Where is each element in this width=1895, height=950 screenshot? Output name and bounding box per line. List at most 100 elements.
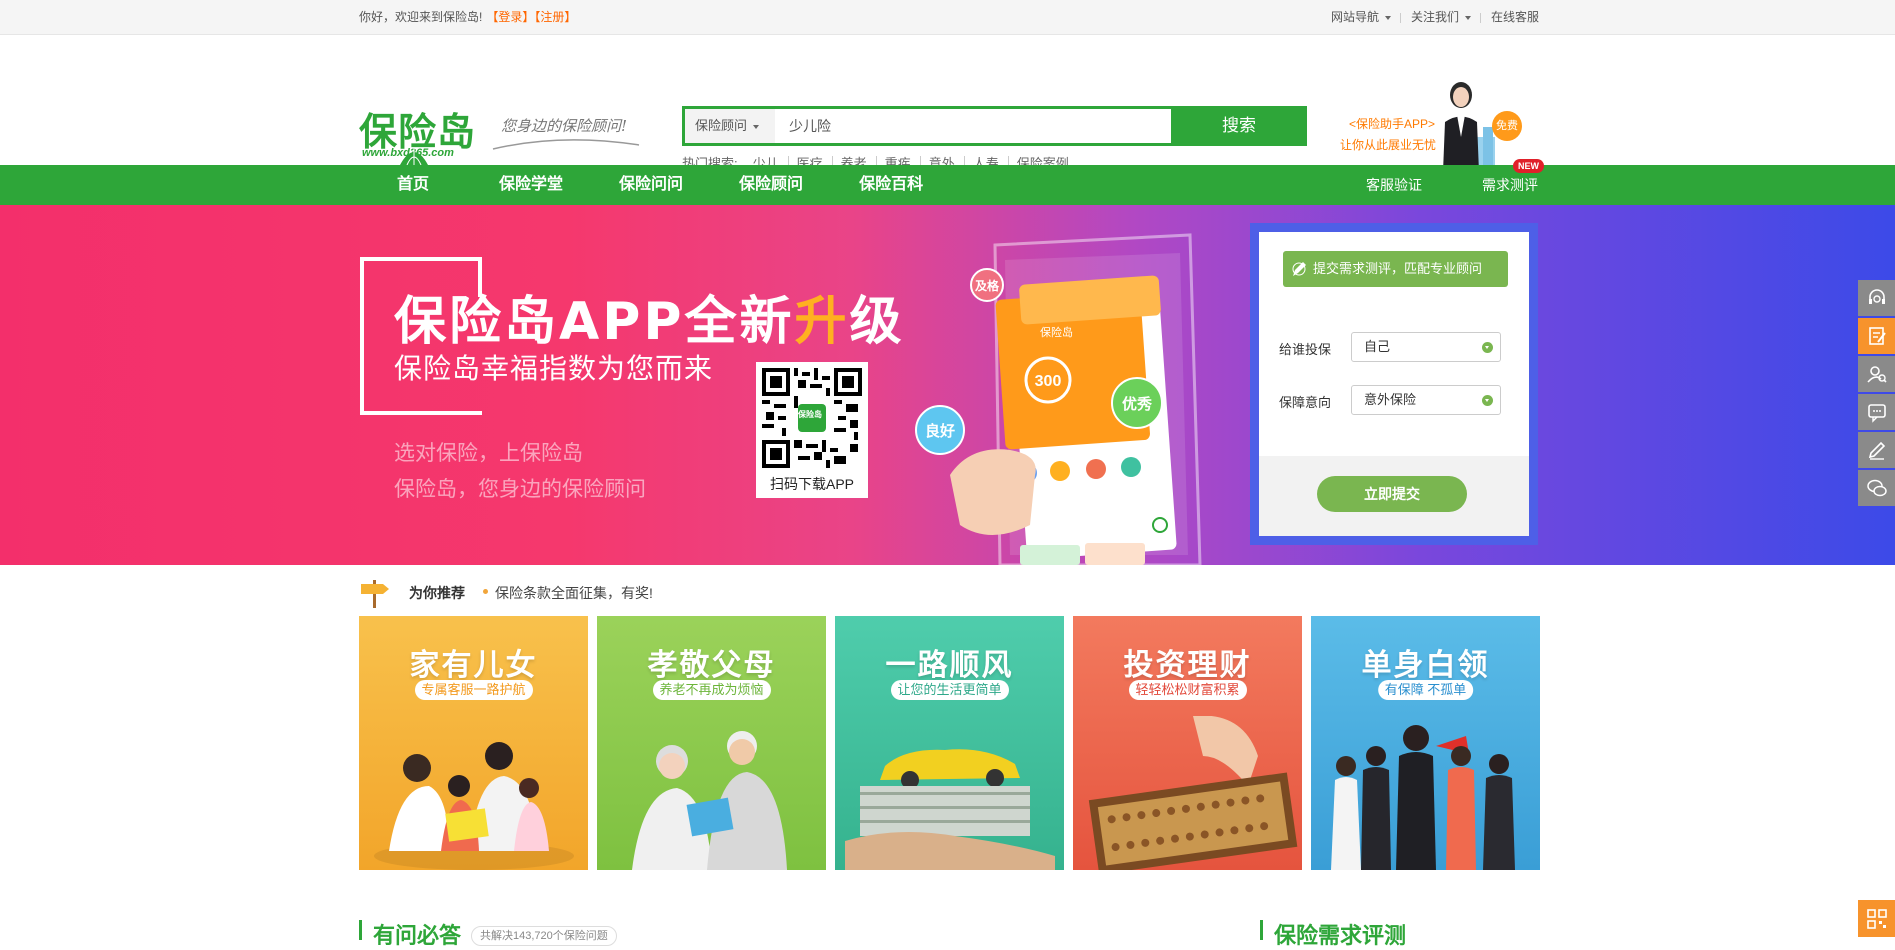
bubble-good: 良好 (925, 422, 955, 440)
user-search-icon (1866, 366, 1887, 383)
side-chat-button[interactable] (1858, 394, 1895, 430)
qr-caption: 扫码下载APP (769, 476, 854, 492)
recommend-text[interactable]: 保险条款全面征集，有奖! (495, 583, 653, 603)
card-invest[interactable]: 投资理财 轻轻松松财富积累 (1073, 616, 1302, 870)
nav-service-verify[interactable]: 客服验证 (1366, 165, 1422, 205)
hero-banner[interactable]: 保险岛APP全新升级 保险岛幸福指数为您而来 选对保险，上保险岛 保险岛，您身边… (0, 205, 1895, 565)
app-ad-line2: 让你从此展业无忧 (1340, 138, 1437, 152)
card-subtitle: 有保障 不孤单 (1377, 680, 1474, 700)
intent-value: 意外保险 (1364, 392, 1417, 407)
signpost-icon (361, 580, 389, 608)
bubble-pass: 及格 (975, 278, 1000, 293)
elderly-couple-illustration (632, 731, 787, 870)
card-parents[interactable]: 孝敬父母 养老不再成为烦恼 (597, 616, 826, 870)
nav-home[interactable]: 首页 (359, 165, 471, 205)
card-title: 单身白领 (1361, 649, 1490, 682)
card-subtitle: 轻轻松松财富积累 (1128, 680, 1247, 700)
nav-qa[interactable]: 保险问问 (591, 165, 711, 205)
card-title: 孝敬父母 (647, 649, 776, 682)
edit-note-icon (1868, 327, 1886, 345)
qa-count-pill: 共解决143,720个保险问题 (471, 926, 617, 946)
assessment-form: 提交需求测评，匹配专业顾问 给谁投保 自己 保障意向 意外保险 立即提交 (1250, 223, 1538, 545)
bullet-dot (483, 589, 488, 594)
swoosh-decoration (492, 139, 640, 150)
abacus-illustration (1088, 716, 1298, 870)
form-header-text: 提交需求测评，匹配专业顾问 (1313, 261, 1483, 276)
banner-title-b: 级 (849, 292, 905, 352)
follow-us-label: 关注我们 (1410, 10, 1459, 24)
chevron-down-icon (1482, 395, 1493, 406)
category-cards: 家有儿女 专属客服一路护航 孝敬父母 养老不再成为烦恼 一路顺风 让您的生活更简… (359, 616, 1540, 870)
pen-icon (1292, 262, 1306, 276)
online-service-link[interactable]: 在线客服 (1481, 0, 1539, 35)
office-workers-illustration (1331, 725, 1515, 870)
app-ad-banner[interactable]: <保险助手APP> 让你从此展业无忧 免费 (1340, 75, 1530, 172)
nav-wiki[interactable]: 保险百科 (831, 165, 951, 205)
new-badge: NEW (1513, 159, 1544, 173)
card-travel[interactable]: 一路顺风 让您的生活更简单 (835, 616, 1064, 870)
nav-school[interactable]: 保险学堂 (471, 165, 591, 205)
side-qr-button[interactable] (1858, 900, 1895, 937)
main-nav: 首页 保险学堂 保险问问 保险顾问 保险百科 客服验证 需求测评 NEW (0, 159, 1895, 205)
register-link[interactable]: 【注册】 (534, 10, 576, 24)
banner-title-a: 保险岛APP全新 (394, 292, 795, 352)
side-wechat-button[interactable] (1858, 470, 1895, 506)
welcome-label: 你好，欢迎来到保险岛! (359, 10, 483, 24)
family-illustration (374, 742, 574, 870)
bubble-excellent: 优秀 (1122, 395, 1153, 413)
needs-assessment-label: 需求测评 (1482, 177, 1538, 193)
nav-advisor[interactable]: 保险顾问 (711, 165, 831, 205)
nav-needs-assessment[interactable]: 需求测评 NEW (1452, 159, 1544, 205)
form-row-intent: 保障意向 意外保险 (1279, 385, 1501, 415)
card-white-collar[interactable]: 单身白领 有保障 不孤单 (1311, 616, 1540, 870)
banner-line1: 选对保险，上保险岛 (394, 442, 583, 465)
card-family[interactable]: 家有儿女 专属客服一路护航 (359, 616, 588, 870)
form-header: 提交需求测评，匹配专业顾问 (1283, 251, 1508, 287)
card-subtitle: 养老不再成为烦恼 (652, 680, 771, 700)
consultant-avatar (1443, 82, 1495, 172)
insured-value: 自己 (1364, 339, 1391, 354)
form-footer: 立即提交 (1259, 456, 1529, 536)
phone-illustration: 300 保险岛 及格 良好 优秀 (915, 233, 1202, 565)
recommend-title: 为你推荐 (409, 585, 465, 601)
qa-section-title: 有问必答 (373, 923, 462, 948)
search-button[interactable]: 搜索 (1171, 106, 1307, 146)
intent-select[interactable]: 意外保险 (1351, 385, 1501, 415)
insured-select[interactable]: 自己 (1351, 332, 1501, 362)
side-advisor-button[interactable] (1858, 356, 1895, 392)
chevron-down-icon (1482, 342, 1493, 353)
qr-logo-text: 保险岛 (798, 410, 822, 419)
submit-button[interactable]: 立即提交 (1317, 476, 1467, 512)
logo-slogan: 您身边的保险顾问! (501, 117, 628, 135)
side-service-button[interactable] (1858, 280, 1895, 316)
app-ad-line1: <保险助手APP> (1349, 117, 1436, 131)
chevron-down-icon (753, 124, 760, 129)
form-row-insured: 给谁投保 自己 (1279, 332, 1501, 362)
side-feedback-button[interactable] (1858, 432, 1895, 468)
site-nav-menu[interactable]: 网站导航 (1321, 0, 1401, 35)
site-nav-label: 网站导航 (1330, 10, 1379, 24)
login-link[interactable]: 【登录】 (486, 10, 534, 24)
search-category-label: 保险顾问 (695, 118, 748, 133)
follow-us-menu[interactable]: 关注我们 (1401, 0, 1481, 35)
banner-subtitle: 保险岛幸福指数为您而来 (394, 353, 714, 384)
qr-code-icon (1866, 908, 1887, 929)
search-category-select[interactable]: 保险顾问 (685, 109, 775, 143)
phone-title: 保险岛 (1040, 325, 1073, 339)
chat-icon (1867, 404, 1886, 423)
banner-line2: 保险岛，您身边的保险顾问 (394, 478, 646, 501)
banner-title: 保险岛APP全新升级 (394, 279, 905, 354)
card-title: 投资理财 (1123, 649, 1252, 682)
side-toolbar (1858, 280, 1895, 508)
card-title: 一路顺风 (885, 649, 1014, 682)
recommend-bar: 为你推荐 保险条款全面征集，有奖! (359, 578, 1059, 608)
car-on-money-illustration (845, 749, 1055, 870)
free-badge: 免费 (1492, 111, 1522, 141)
card-title: 家有儿女 (409, 649, 538, 682)
wechat-icon (1866, 479, 1887, 497)
search-input[interactable] (775, 109, 1171, 143)
side-assessment-button[interactable] (1858, 318, 1895, 354)
intent-label: 保障意向 (1279, 395, 1332, 410)
section-bar (1260, 920, 1263, 940)
headset-icon (1868, 289, 1885, 304)
